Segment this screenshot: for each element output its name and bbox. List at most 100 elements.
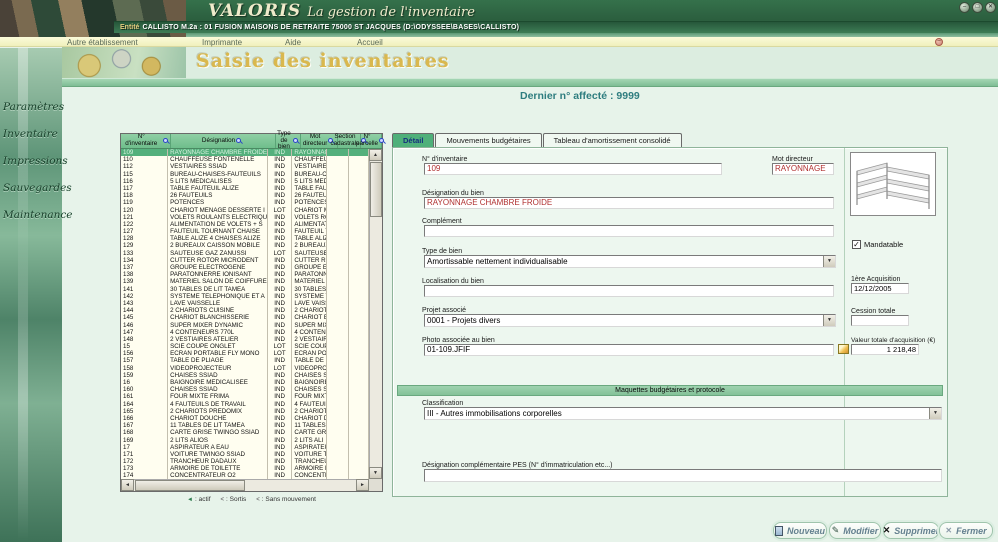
cell[interactable]: 120 (121, 207, 168, 214)
cell[interactable] (349, 422, 369, 429)
table-row[interactable]: 139MATERIEL SALON DE COIFFUREINDMATERIEL… (121, 278, 369, 285)
cell[interactable] (327, 465, 349, 472)
cell[interactable]: 119 (121, 199, 168, 206)
cell[interactable]: CHARIOT DOUCHE (168, 415, 268, 422)
cell[interactable]: CUTTER RO (292, 257, 327, 264)
cell[interactable]: 129 (121, 242, 168, 249)
cell[interactable]: 169 (121, 437, 168, 444)
cell[interactable]: SAUTEUSE GAZ ZANUSSI (168, 250, 268, 257)
cell[interactable] (349, 250, 369, 257)
cell[interactable]: IND (268, 451, 292, 458)
cell[interactable]: 16 (121, 379, 168, 386)
horizontal-scrollbar[interactable]: ◄ ► (121, 479, 369, 491)
cell[interactable]: 2 CHARIOTS (292, 408, 327, 415)
table-row[interactable]: 159CHAISES SSIADINDCHAISES SS (121, 372, 369, 379)
cell[interactable] (327, 163, 349, 170)
chevron-down-icon[interactable]: ▼ (929, 408, 941, 419)
search-icon[interactable] (236, 138, 243, 145)
cell[interactable]: ECRAN POR (292, 350, 327, 357)
table-row[interactable]: 158VIDEOPROJECTEURLOTVIDEOPROJI (121, 365, 369, 372)
cell[interactable]: IND (268, 336, 292, 343)
cell[interactable] (349, 178, 369, 185)
table-row[interactable]: 110CHAUFFEUSE FONTENELLEINDCHAUFFEUS (121, 156, 369, 163)
cell[interactable]: 2 VESTIAIR (292, 336, 327, 343)
cell[interactable]: IND (268, 408, 292, 415)
cell[interactable]: 2 LITS ALI (292, 437, 327, 444)
cell[interactable]: 121 (121, 214, 168, 221)
cell[interactable]: CHARIOT ME (292, 207, 327, 214)
modifier-button[interactable]: ✎Modifier (829, 522, 881, 539)
cell[interactable] (349, 314, 369, 321)
cell[interactable] (327, 322, 349, 329)
cell[interactable] (349, 257, 369, 264)
cell[interactable]: LOT (268, 365, 292, 372)
cell[interactable] (327, 185, 349, 192)
cell[interactable] (327, 199, 349, 206)
cell[interactable]: BUREAU-CHAISES-FAUTEUILS (168, 171, 268, 178)
cell[interactable] (327, 444, 349, 451)
cell[interactable]: 110 (121, 156, 168, 163)
table-row[interactable]: 17ASPIRATEUR A EAUINDASPIRATEUI (121, 444, 369, 451)
cell[interactable] (327, 149, 349, 156)
cell[interactable] (349, 199, 369, 206)
cell[interactable]: 161 (121, 393, 168, 400)
cell[interactable]: IND (268, 314, 292, 321)
cell[interactable]: IND (268, 401, 292, 408)
cell[interactable]: GROUPE ELI (292, 264, 327, 271)
col-header-2[interactable]: Désignation (171, 134, 276, 148)
cell[interactable]: CHARIOT MENAGE DESSERTE I (168, 207, 268, 214)
cell[interactable] (349, 300, 369, 307)
cell[interactable]: IND (268, 228, 292, 235)
cell[interactable]: 144 (121, 307, 168, 314)
cell[interactable]: SAUTEUSE ( (292, 250, 327, 257)
cell[interactable]: LAVE VAISSELLE (168, 300, 268, 307)
cell[interactable]: 5 LITS MED (292, 178, 327, 185)
cell[interactable]: 11 TABLES DE LIT TAMEA (168, 422, 268, 429)
cell[interactable]: 117 (121, 185, 168, 192)
cell[interactable] (327, 437, 349, 444)
cell[interactable]: PARATONNE (292, 271, 327, 278)
tab-3[interactable]: Tableau d'amortissement consolidé (543, 133, 682, 147)
cell[interactable]: PARATONNERRE IONISANT (168, 271, 268, 278)
search-icon[interactable] (163, 138, 170, 145)
cell[interactable] (349, 401, 369, 408)
cell[interactable] (327, 429, 349, 436)
cell[interactable]: TRANCHEUR DADAUX (168, 458, 268, 465)
cell[interactable]: CHAUFFEUSE FONTENELLE (168, 156, 268, 163)
cell[interactable]: IND (268, 221, 292, 228)
cell[interactable]: 17 (121, 444, 168, 451)
cell[interactable]: IND (268, 307, 292, 314)
table-row[interactable]: 120CHARIOT MENAGE DESSERTE ILOTCHARIOT M… (121, 207, 369, 214)
cell[interactable]: 2 CHARIOTS CUISINE (168, 307, 268, 314)
cell[interactable]: IND (268, 242, 292, 249)
cell[interactable] (349, 214, 369, 221)
cell[interactable]: LOT (268, 343, 292, 350)
cell[interactable] (349, 415, 369, 422)
table-row[interactable]: 143LAVE VAISSELLEINDLAVE VAISS (121, 300, 369, 307)
cell[interactable]: CUTTER ROTOR MICRODENT (168, 257, 268, 264)
project-select[interactable]: 0001 - Projets divers ▼ (424, 314, 836, 327)
cell[interactable]: 173 (121, 465, 168, 472)
cell[interactable]: 2 LITS ALIOS (168, 437, 268, 444)
total-value-field[interactable]: 1 218,48 (851, 344, 919, 355)
cell[interactable]: 145 (121, 314, 168, 321)
cell[interactable]: 138 (121, 271, 168, 278)
cell[interactable]: TABLE ALIZ (292, 235, 327, 242)
cell[interactable] (327, 271, 349, 278)
table-row[interactable]: 172TRANCHEUR DADAUXINDTRANCHEUR (121, 458, 369, 465)
cell[interactable] (349, 350, 369, 357)
supprimer-button[interactable]: ✕Supprimer (883, 522, 939, 539)
cell[interactable]: SCIE COUPE ONGLET (168, 343, 268, 350)
cell[interactable]: SUPER MIXER DYNAMIC (168, 322, 268, 329)
cell[interactable]: IND (268, 458, 292, 465)
location-field[interactable] (424, 285, 834, 297)
cell[interactable]: IND (268, 386, 292, 393)
table-row[interactable]: 173ARMOIRE DE TOILETTEINDARMOIRE DI (121, 465, 369, 472)
designation-field[interactable]: RAYONNAGE CHAMBRE FROIDE (424, 197, 834, 209)
cell[interactable]: 165 (121, 408, 168, 415)
cell[interactable]: 112 (121, 163, 168, 170)
cell[interactable]: 2 CHARIOTS PREDOMIX (168, 408, 268, 415)
cell[interactable]: 148 (121, 336, 168, 343)
cell[interactable] (349, 163, 369, 170)
menu-item-4[interactable]: Accueil (357, 38, 383, 47)
